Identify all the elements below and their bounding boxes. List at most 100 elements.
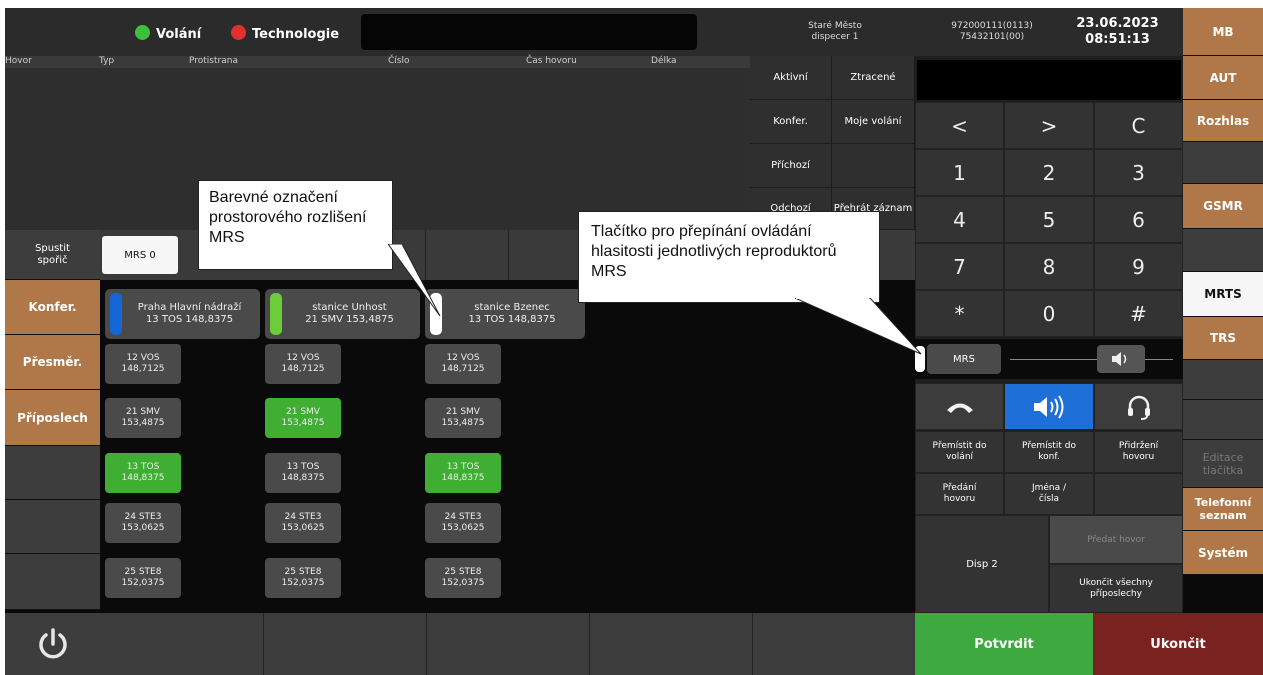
konfer-button[interactable]: Konfer. [5,280,100,335]
column-typ[interactable]: Typ [99,56,114,66]
channel-frequency: 152,0375 [121,578,165,588]
action-empty-button[interactable] [1094,473,1183,515]
right-menu-item[interactable]: MRTS [1183,272,1263,317]
channel-button[interactable]: 21 SMV 153,4875 [425,398,501,438]
channel-button[interactable]: 25 STE8 152,0375 [105,558,181,598]
right-menu-item[interactable]: Editace tlačítka [1183,440,1263,488]
ukoncit-button[interactable]: Ukončit [1093,613,1263,675]
keypad-key[interactable]: # [1094,290,1183,337]
channel-button[interactable]: 13 TOS 148,8375 [425,453,501,493]
loudspeaker-button[interactable] [1004,383,1094,430]
right-menu-item[interactable] [1183,360,1263,400]
right-menu-item[interactable]: AUT [1183,56,1263,100]
column-cislo[interactable]: Číslo [388,56,409,66]
callout-pointer [388,244,441,317]
filter-moje-volani[interactable]: Moje volání [832,100,915,144]
channel-name: 13 TOS [126,462,160,472]
ukoncit-vsechny-priposlechy-button[interactable]: Ukončit všechny příposlechy [1049,564,1183,613]
channel-name: 12 VOS [126,353,160,363]
power-icon [38,628,67,659]
spustit-sporic-button[interactable]: Spustit spořič [5,230,100,280]
presmer-button[interactable]: Přesměr. [5,335,100,390]
keypad-key[interactable]: 7 [915,243,1004,290]
keypad-key[interactable]: 8 [1004,243,1094,290]
left-empty-button[interactable] [5,446,100,500]
right-menu-item[interactable] [1183,142,1263,184]
status-technologie[interactable]: Technologie [231,23,339,42]
filter-aktivni[interactable]: Aktivní [750,56,832,100]
right-menu-item[interactable]: TRS [1183,317,1263,360]
channel-button[interactable]: 13 TOS 148,8375 [265,453,341,493]
number-display[interactable] [917,60,1181,100]
keypad-key[interactable]: 6 [1094,196,1183,243]
channel-button[interactable]: 12 VOS 148,7125 [265,344,341,384]
disp2-button[interactable]: Disp 2 [915,515,1049,613]
left-empty-button[interactable] [5,554,100,610]
channel-frequency: 148,8375 [281,473,325,483]
channel-name: 21 SMV [286,407,320,417]
right-menu-item[interactable]: Rozhlas [1183,100,1263,142]
tab-mrs0[interactable]: MRS 0 [102,236,178,274]
channel-frequency: 152,0375 [441,578,485,588]
channel-button[interactable]: 21 SMV 153,4875 [105,398,181,438]
column-hovor[interactable]: Hovor [5,56,32,66]
hangup-button[interactable] [915,383,1004,430]
keypad-key[interactable]: 2 [1004,149,1094,196]
keypad-key[interactable]: 4 [915,196,1004,243]
left-empty-button[interactable] [5,500,100,554]
status-dot-icon [231,25,246,40]
callout-mrs-toggle: Tlačítko pro přepínání ovládání hlasitos… [578,211,880,303]
power-button[interactable] [5,613,100,675]
channel-button[interactable]: 12 VOS 148,7125 [105,344,181,384]
predat-hovor-button[interactable]: Předat hovor [1049,515,1183,564]
premistit-do-konf-button[interactable]: Přemístit do konf. [1004,431,1094,473]
column-protistrana[interactable]: Protistrana [189,56,238,66]
keypad-key[interactable]: C [1094,102,1183,149]
channel-frequency: 153,4875 [121,418,165,428]
station-bzenec[interactable]: stanice Bzenec 13 TOS 148,8375 [425,289,585,339]
premistit-do-volani-button[interactable]: Přemístit do volání [915,431,1004,473]
volume-slider-handle[interactable] [1097,345,1145,373]
channel-button[interactable]: 24 STE3 153,0625 [425,503,501,543]
right-menu-item[interactable]: MB [1183,8,1263,56]
filter-prichozi[interactable]: Příchozí [750,144,832,188]
channel-button[interactable]: 25 STE8 152,0375 [425,558,501,598]
channel-button[interactable]: 24 STE3 153,0625 [105,503,181,543]
right-menu-item[interactable]: Telefonní seznam [1183,488,1263,531]
channel-name: 25 STE8 [284,567,322,577]
keypad-key[interactable]: 0 [1004,290,1094,337]
filter-empty[interactable] [832,144,915,188]
mrs-speaker-toggle-button[interactable]: MRS [927,344,1001,374]
channel-button[interactable]: 25 STE8 152,0375 [265,558,341,598]
channel-name: 12 VOS [446,353,480,363]
keypad-key[interactable]: 9 [1094,243,1183,290]
keypad-key[interactable]: 1 [915,149,1004,196]
right-menu-item[interactable] [1183,400,1263,440]
station-praha[interactable]: Praha Hlavní nádraží 13 TOS 148,8375 [105,289,260,339]
column-cas-hovoru[interactable]: Čas hovoru [526,56,577,66]
channel-button[interactable]: 13 TOS 148,8375 [105,453,181,493]
right-menu-item[interactable] [1183,229,1263,272]
channel-button[interactable]: 21 SMV 153,4875 [265,398,341,438]
channel-frequency: 153,0625 [121,523,165,533]
keypad-key[interactable]: * [915,290,1004,337]
keypad-key[interactable]: 3 [1094,149,1183,196]
channel-button[interactable]: 24 STE3 153,0625 [265,503,341,543]
priposlech-button[interactable]: Příposlech [5,390,100,446]
column-delka[interactable]: Délka [651,56,677,66]
keypad-key[interactable]: < [915,102,1004,149]
jmena-cisla-button[interactable]: Jména / čísla [1004,473,1094,515]
filter-ztracene[interactable]: Ztracené [832,56,915,100]
channel-button[interactable]: 12 VOS 148,7125 [425,344,501,384]
right-menu-item[interactable]: Systém [1183,531,1263,575]
status-volani[interactable]: Volání [135,23,201,42]
keypad-key[interactable]: > [1004,102,1094,149]
keypad-key[interactable]: 5 [1004,196,1094,243]
filter-konfer[interactable]: Konfer. [750,100,832,144]
headset-button[interactable] [1094,383,1183,430]
potvrdit-button[interactable]: Potvrdit [915,613,1093,675]
pridrzeni-hovoru-button[interactable]: Přidržení hovoru [1094,431,1183,473]
volume-slider-track[interactable] [1010,359,1173,360]
right-menu-item[interactable]: GSMR [1183,184,1263,229]
predani-hovoru-button[interactable]: Předání hovoru [915,473,1004,515]
